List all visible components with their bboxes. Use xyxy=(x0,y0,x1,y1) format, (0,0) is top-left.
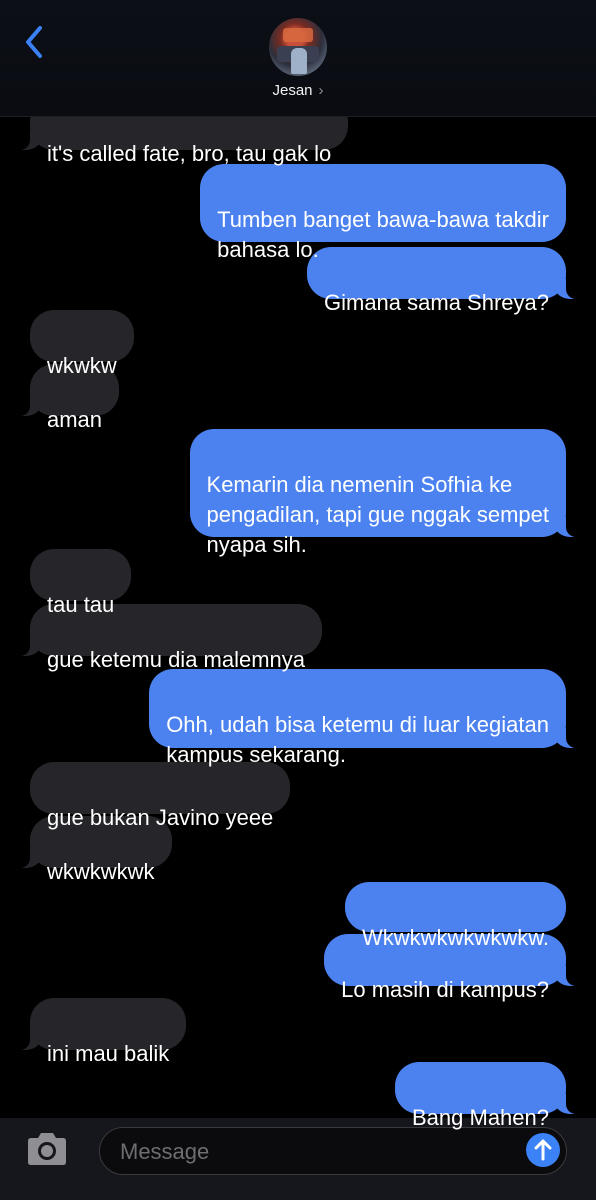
message-field[interactable] xyxy=(99,1127,567,1175)
message-text: Wkwkwkwkwkwkw. xyxy=(362,925,549,950)
arrow-up-icon xyxy=(534,1139,552,1161)
message-outgoing: Wkwkwkwkwkwkw. xyxy=(345,882,566,950)
message-incoming: tau tau xyxy=(30,549,132,617)
message-outgoing: Ohh, udah bisa ketemu di luar kegiatan k… xyxy=(149,669,586,767)
conversation-header: Jesan › xyxy=(0,0,596,117)
message-text: Gimana sama Shreya? xyxy=(324,290,549,315)
message-text: tau tau xyxy=(47,592,115,617)
message-incoming: wkwkw xyxy=(30,310,134,378)
message-text: wkwkwkwk xyxy=(47,859,155,884)
conversation[interactable]: it's called fate, bro, tau gak lo Tumben… xyxy=(0,0,596,1130)
message-outgoing: Gimana sama Shreya? xyxy=(307,247,586,315)
chevron-left-icon xyxy=(26,26,42,58)
message-text: gue ketemu dia malemnya xyxy=(47,647,306,672)
camera-icon xyxy=(28,1133,66,1165)
message-text: gue bukan Javino yeee xyxy=(47,805,274,830)
back-button[interactable] xyxy=(18,22,54,62)
message-text: aman xyxy=(47,407,103,432)
message-text: Lo masih di kampus? xyxy=(341,977,549,1002)
message-text: ini mau balik xyxy=(47,1041,170,1066)
send-button[interactable] xyxy=(526,1133,560,1167)
message-outgoing: Kemarin dia nemenin Sofhia ke pengadilan… xyxy=(189,429,587,557)
message-text: Kemarin dia nemenin Sofhia ke pengadilan… xyxy=(206,472,549,557)
contact-name: Jesan xyxy=(272,82,313,99)
message-incoming: ini mau balik xyxy=(9,998,187,1066)
message-text: wkwkw xyxy=(47,353,117,378)
avatar[interactable] xyxy=(269,18,327,76)
message-text: Ohh, udah bisa ketemu di luar kegiatan k… xyxy=(166,712,549,767)
message-text: it's called fate, bro, tau gak lo xyxy=(47,141,332,166)
chevron-right-icon: › xyxy=(318,82,324,99)
camera-button[interactable] xyxy=(24,1132,70,1168)
composer-bar xyxy=(0,1118,596,1200)
message-outgoing: Bang Mahen? xyxy=(395,1062,586,1130)
message-input[interactable] xyxy=(118,1136,502,1168)
contact-name-button[interactable]: Jesan › xyxy=(0,82,596,99)
message-text: Bang Mahen? xyxy=(412,1105,549,1130)
message-incoming: gue bukan Javino yeee xyxy=(30,762,291,830)
message-outgoing: Tumben banget bawa-bawa takdir bahasa lo… xyxy=(200,164,566,262)
